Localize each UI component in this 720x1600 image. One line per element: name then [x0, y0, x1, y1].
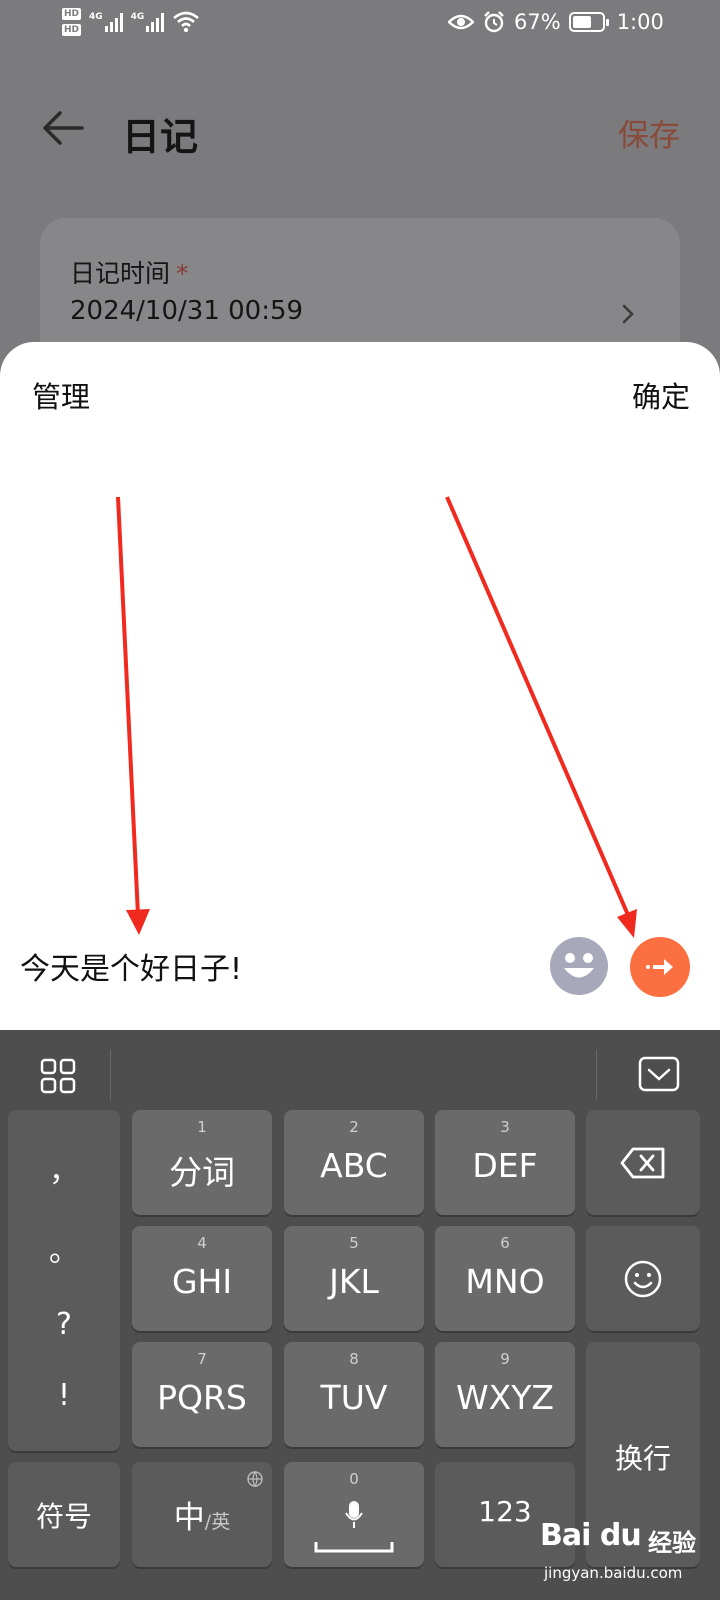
exclamation-key[interactable]: !: [58, 1378, 70, 1413]
hide-keyboard-icon[interactable]: [638, 1056, 680, 1092]
language-label: 中/英: [132, 1492, 272, 1537]
status-left: HD HD 4G 4G: [62, 8, 200, 36]
key-label: WXYZ: [455, 1378, 554, 1417]
key-8[interactable]: 8 TUV: [284, 1342, 424, 1447]
input-sheet: 管理 确定 今天是个好日子!: [0, 342, 720, 1030]
page-title: 日记: [122, 115, 199, 159]
key-number: 2: [349, 1118, 359, 1136]
diary-time-value: 2024/10/31 00:59: [70, 296, 304, 326]
key-label: GHI: [171, 1262, 233, 1301]
signal-bars-icon: [146, 12, 165, 32]
diary-time-label: 日记时间 *: [70, 254, 189, 290]
emoji-key[interactable]: [586, 1226, 700, 1331]
signal-2: 4G: [131, 12, 165, 32]
smiley-face-icon: [564, 953, 594, 978]
smiley-icon: [624, 1260, 662, 1298]
status-right: 67% 1:00: [448, 10, 664, 34]
save-button[interactable]: 保存: [618, 110, 680, 155]
language-main: 中: [173, 1500, 205, 1536]
punctuation-column[interactable]: ， 。 ? !: [8, 1110, 120, 1451]
watermark-brand: Bai du: [540, 1518, 642, 1553]
wifi-icon: [173, 11, 200, 33]
key-1[interactable]: 1 分词: [132, 1110, 272, 1215]
key-5[interactable]: 5 JKL: [284, 1226, 424, 1331]
backspace-icon: [620, 1147, 665, 1179]
key-label: TUV: [320, 1378, 388, 1417]
comma-key[interactable]: ，: [49, 1146, 79, 1190]
key-number: 5: [349, 1234, 359, 1252]
key-4[interactable]: 4 GHI: [132, 1226, 272, 1331]
key-number: 4: [197, 1234, 207, 1252]
key-label: 分词: [169, 1153, 235, 1192]
toolbar-divider: [596, 1050, 597, 1100]
status-bar: HD HD 4G 4G 67% 1:00: [0, 0, 720, 50]
key-number: 0: [349, 1470, 359, 1488]
toolbar-divider: [110, 1050, 111, 1100]
confirm-button[interactable]: 确定: [632, 374, 690, 416]
key-label: ABC: [320, 1146, 388, 1185]
hd-indicators: HD HD: [62, 8, 82, 36]
key-7[interactable]: 7 PQRS: [132, 1342, 272, 1447]
network-type-1: 4G: [89, 12, 103, 22]
key-2[interactable]: 2 ABC: [284, 1110, 424, 1215]
eye-icon: [448, 14, 474, 30]
key-3[interactable]: 3 DEF: [435, 1110, 575, 1215]
diary-time-label-text: 日记时间: [70, 259, 171, 288]
key-9[interactable]: 9 WXYZ: [435, 1342, 575, 1447]
chevron-right-icon: [622, 304, 634, 324]
required-mark: *: [176, 259, 189, 288]
enter-key-label: 换行: [614, 1442, 671, 1475]
back-arrow-icon[interactable]: [40, 108, 86, 148]
hd-badge-2: HD: [62, 24, 82, 36]
key-number: 7: [197, 1350, 207, 1368]
app-header: 日记 保存: [0, 90, 720, 170]
keyboard: ， 。 ? ! 1 分词 2 ABC 3 DEF 4 GHI 5 JKL 6 M…: [0, 1030, 720, 1600]
key-label: PQRS: [157, 1378, 247, 1417]
watermark-url: jingyan.baidu.com: [544, 1564, 683, 1582]
key-number: 8: [349, 1350, 359, 1368]
key-label: JKL: [329, 1262, 379, 1301]
text-input[interactable]: 今天是个好日子!: [20, 944, 242, 988]
network-type-2: 4G: [130, 12, 145, 22]
space-key[interactable]: 0: [284, 1462, 424, 1567]
hd-badge-1: HD: [62, 8, 82, 20]
baidu-jingyan-watermark: Bai du 经验 jingyan.baidu.com: [540, 1518, 720, 1598]
backspace-key[interactable]: [586, 1110, 700, 1215]
globe-icon: [247, 1471, 263, 1488]
clock: 1:00: [616, 10, 664, 34]
send-button[interactable]: [630, 937, 690, 997]
key-number: 3: [500, 1118, 510, 1136]
key-label: MNO: [465, 1262, 545, 1301]
key-number: 1: [197, 1118, 207, 1136]
watermark-jingyan: 经验: [648, 1529, 696, 1557]
signal-bars-icon: [104, 12, 123, 32]
signal-1: 4G: [89, 12, 123, 32]
battery-level: [572, 16, 592, 28]
battery-icon: [568, 12, 609, 32]
microphone-icon: [345, 1501, 363, 1528]
key-label: DEF: [472, 1146, 538, 1185]
keyboard-toolbar: [0, 1030, 720, 1120]
emoji-button[interactable]: [550, 937, 608, 995]
symbol-key[interactable]: 符号: [8, 1462, 120, 1567]
alarm-icon: [484, 11, 504, 33]
question-key[interactable]: ?: [56, 1307, 72, 1342]
language-sub: /英: [204, 1511, 231, 1533]
manage-button[interactable]: 管理: [32, 374, 90, 416]
send-arrow-icon: [646, 959, 673, 975]
space-bar-icon: [314, 1542, 394, 1553]
symbol-key-label: 符号: [35, 1500, 92, 1533]
battery-percent: 67%: [514, 10, 561, 34]
key-6[interactable]: 6 MNO: [435, 1226, 575, 1331]
key-number: 6: [500, 1234, 510, 1252]
language-switch-key[interactable]: 中/英: [132, 1462, 272, 1567]
period-key[interactable]: 。: [49, 1226, 79, 1270]
key-number: 9: [500, 1350, 510, 1368]
grid-menu-icon[interactable]: [40, 1058, 76, 1094]
